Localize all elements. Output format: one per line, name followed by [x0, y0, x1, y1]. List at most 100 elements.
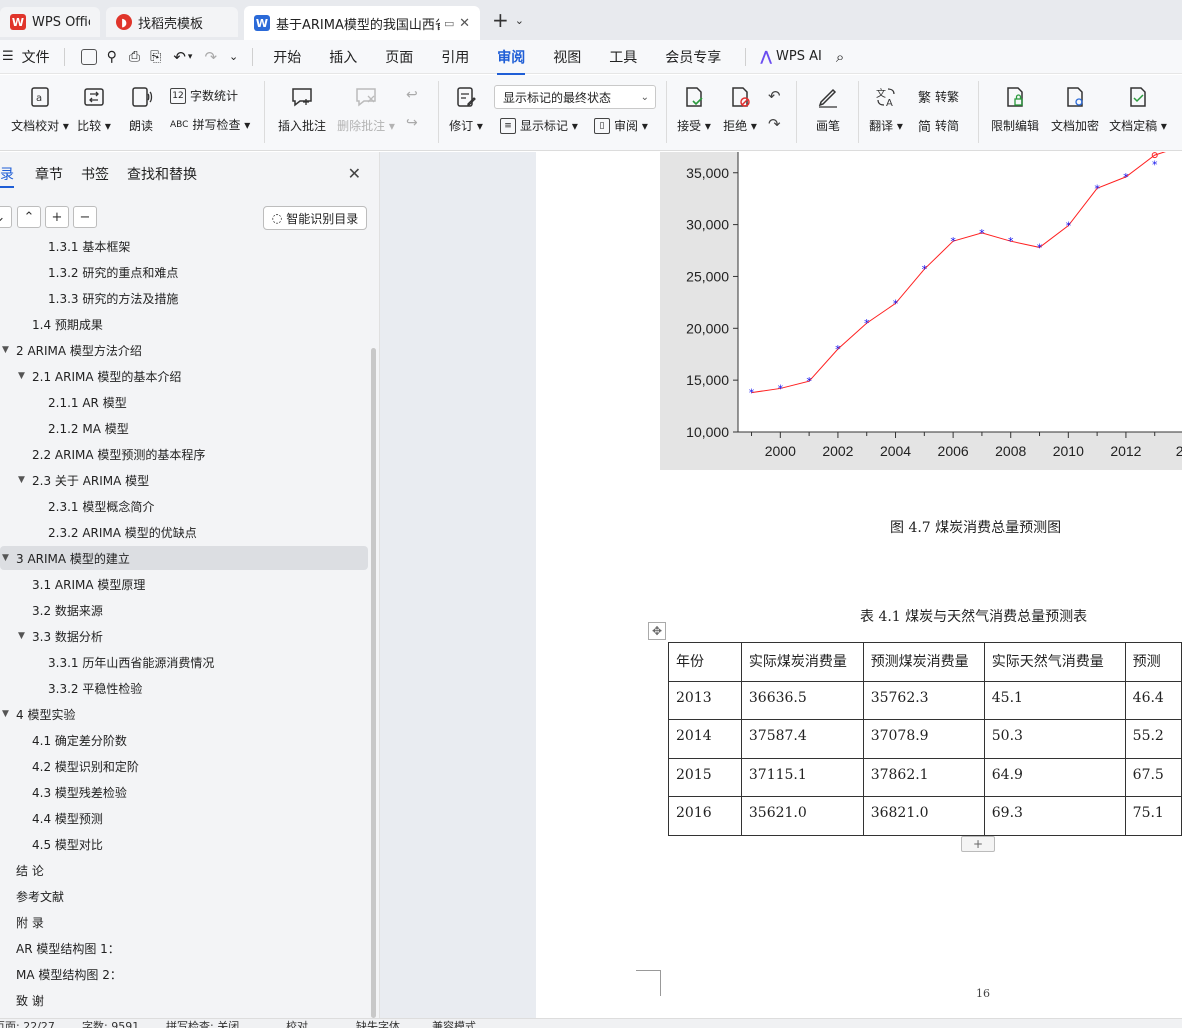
prev-change-icon[interactable]: ↶: [768, 87, 781, 105]
toc-item[interactable]: 4.1 确定差分阶数: [0, 728, 368, 752]
toc-item[interactable]: 3.1 ARIMA 模型原理: [0, 572, 368, 596]
plus-icon[interactable]: +: [45, 206, 69, 228]
expand-toggle-icon[interactable]: ▼: [18, 371, 25, 381]
toc-item[interactable]: 4.4 模型预测: [0, 806, 368, 830]
toc-item[interactable]: 1.3.3 研究的方法及措施: [0, 286, 368, 310]
restrict-edit-button[interactable]: 限制编辑: [988, 75, 1042, 134]
menu-page[interactable]: 页面: [385, 47, 413, 67]
status-page[interactable]: 页面: 22/27: [0, 1019, 55, 1028]
menu-review[interactable]: 审阅: [497, 47, 526, 75]
save-icon[interactable]: [80, 48, 97, 65]
toc-item[interactable]: ▼ 4 模型实验: [0, 702, 368, 726]
nav-tab-toc[interactable]: 目录: [0, 164, 14, 188]
chevron-down-icon[interactable]: ⌄: [515, 14, 524, 27]
toc-item[interactable]: 3.3.2 平稳性检验: [0, 676, 368, 700]
table-move-icon[interactable]: ✥: [648, 622, 666, 640]
doc-encrypt-button[interactable]: 文档加密: [1048, 75, 1102, 134]
minus-icon[interactable]: −: [73, 206, 97, 228]
toc-item[interactable]: ▼ 3 ARIMA 模型的建立: [0, 546, 368, 570]
pen-button[interactable]: 画笔: [808, 75, 848, 134]
chevron-up-icon[interactable]: ⌃: [17, 206, 41, 228]
next-comment-icon[interactable]: ↪: [406, 115, 418, 131]
tab-docer[interactable]: ◗ 找稻壳模板: [106, 7, 238, 37]
add-row-button[interactable]: +: [961, 836, 995, 852]
menu-insert[interactable]: 插入: [329, 47, 357, 67]
smart-toc-button[interactable]: ◌ 智能识别目录: [263, 206, 367, 230]
close-icon[interactable]: ✕: [455, 16, 470, 31]
tab-document[interactable]: W 基于ARIMA模型的我国山西省 ▭ ✕: [244, 6, 480, 40]
monitor-icon[interactable]: ▭: [444, 17, 454, 30]
toc-item[interactable]: 1.3.1 基本框架: [0, 238, 368, 258]
to-simplified-button[interactable]: 简转简: [918, 116, 959, 135]
display-mode-select[interactable]: 显示标记的最终状态 ⌄: [494, 85, 656, 109]
toc-item[interactable]: 2.3.2 ARIMA 模型的优缺点: [0, 520, 368, 544]
prev-comment-icon[interactable]: ↩: [406, 87, 418, 103]
status-word-count[interactable]: 字数: 9591: [82, 1019, 139, 1028]
toc-item[interactable]: 4.2 模型识别和定阶: [0, 754, 368, 778]
menu-view[interactable]: 视图: [553, 47, 581, 67]
toc-item[interactable]: 致 谢: [0, 988, 368, 1012]
tab-wps-office[interactable]: W WPS Office: [0, 7, 100, 37]
menu-wps-ai[interactable]: WPS AI: [776, 49, 822, 64]
read-aloud-button[interactable]: 朗读: [124, 75, 158, 134]
doc-finalize-button[interactable]: 文档定稿 ▾: [1108, 75, 1168, 134]
doc-proofread-button[interactable]: a 文档校对 ▾: [6, 75, 74, 134]
track-changes-button[interactable]: 修订 ▾: [446, 75, 486, 134]
toc-item[interactable]: ▼ 2 ARIMA 模型方法介绍: [0, 338, 368, 362]
expand-toggle-icon[interactable]: ▼: [18, 631, 25, 641]
toc-item[interactable]: 4.3 模型残差检验: [0, 780, 368, 804]
next-change-icon[interactable]: ↷: [768, 115, 781, 133]
search-icon[interactable]: ⌕: [836, 48, 844, 66]
toc-item[interactable]: 结 论: [0, 858, 368, 882]
reject-button[interactable]: 拒绝 ▾: [720, 75, 760, 134]
translate-button[interactable]: 文A 翻译 ▾: [866, 75, 906, 134]
toc-item[interactable]: 附 录: [0, 910, 368, 934]
show-markup-button[interactable]: ≡ 显示标记 ▾: [500, 117, 578, 134]
toc-item[interactable]: MA 模型结构图 2：: [0, 962, 368, 986]
nav-tab-chapter[interactable]: 章节: [35, 164, 63, 184]
menu-file[interactable]: 文件: [22, 47, 50, 67]
toc-item[interactable]: 4.5 模型对比: [0, 832, 368, 856]
toc-item[interactable]: ▼ 2.3 关于 ARIMA 模型: [0, 468, 368, 492]
undo-icon[interactable]: ↶: [173, 48, 186, 66]
toc-item[interactable]: ▼ 2.1 ARIMA 模型的基本介绍: [0, 364, 368, 388]
toc-item[interactable]: 2.3.1 模型概念简介: [0, 494, 368, 518]
compare-button[interactable]: 比较 ▾: [74, 75, 114, 134]
status-proofread[interactable]: 校对: [286, 1019, 308, 1028]
collapse-down-icon[interactable]: ⌄: [0, 206, 12, 228]
toc-item[interactable]: ▼ 3.3 数据分析: [0, 624, 368, 648]
status-compat-mode[interactable]: 兼容模式: [432, 1019, 476, 1028]
to-traditional-button[interactable]: 繁转繁: [918, 87, 959, 106]
delete-comment-button[interactable]: 删除批注 ▾: [336, 75, 396, 134]
new-tab-plus-icon[interactable]: +: [492, 8, 509, 32]
expand-toggle-icon[interactable]: ▼: [2, 345, 9, 355]
accept-button[interactable]: 接受 ▾: [674, 75, 714, 134]
expand-toggle-icon[interactable]: ▼: [2, 709, 9, 719]
toc-item[interactable]: 参考文献: [0, 884, 368, 908]
close-icon[interactable]: ✕: [348, 164, 361, 183]
status-spell-check[interactable]: 拼写检查: 关闭: [166, 1019, 239, 1028]
share-icon[interactable]: ⚲: [107, 49, 117, 65]
hamburger-icon[interactable]: ☰: [2, 49, 14, 64]
spell-check-button[interactable]: ABC 拼写检查 ▾: [170, 116, 250, 133]
print-preview-icon[interactable]: ⎘: [150, 49, 161, 65]
menu-tools[interactable]: 工具: [609, 47, 637, 67]
toc-item[interactable]: 3.2 数据来源: [0, 598, 368, 622]
nav-tab-find-replace[interactable]: 查找和替换: [127, 164, 197, 184]
menu-start[interactable]: 开始: [273, 47, 301, 67]
expand-toggle-icon[interactable]: ▼: [2, 553, 9, 563]
toc-item[interactable]: 1.3.2 研究的重点和难点: [0, 260, 368, 284]
print-icon[interactable]: ⎙: [129, 49, 140, 65]
toc-item[interactable]: AR 模型结构图 1：: [0, 936, 368, 960]
chevron-down-icon[interactable]: ▾: [188, 52, 193, 62]
expand-toggle-icon[interactable]: ▼: [18, 475, 25, 485]
toc-item[interactable]: 1.4 预期成果: [0, 312, 368, 336]
menu-member[interactable]: 会员专享: [665, 47, 721, 67]
toc-item[interactable]: 2.2 ARIMA 模型预测的基本程序: [0, 442, 368, 466]
redo-icon[interactable]: ↷: [204, 48, 217, 66]
nav-scrollbar[interactable]: [371, 348, 376, 1018]
nav-tab-bookmark[interactable]: 书签: [81, 164, 109, 184]
toc-item[interactable]: 2.1.2 MA 模型: [0, 416, 368, 440]
menu-reference[interactable]: 引用: [441, 47, 469, 67]
chevron-down-icon[interactable]: ⌄: [229, 50, 238, 63]
